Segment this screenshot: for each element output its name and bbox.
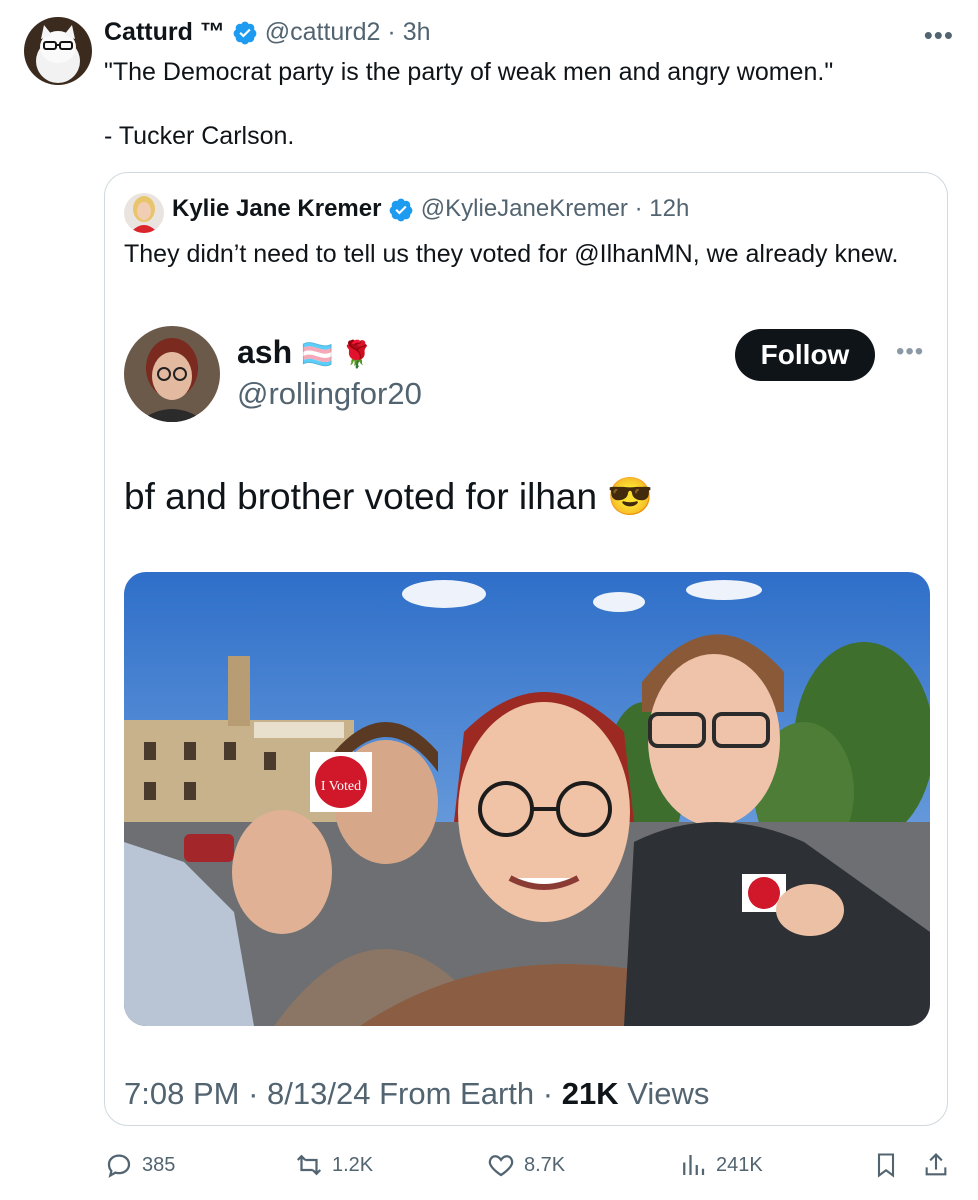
views-button[interactable]: 241K — [678, 1150, 763, 1180]
quote-time: 12h — [649, 195, 690, 222]
embedded-author-handle: @rollingfor20 — [237, 376, 422, 411]
more-options-icon[interactable]: ••• — [924, 20, 954, 51]
share-icon — [925, 1153, 947, 1176]
embedded-photo: I Voted — [124, 572, 930, 1026]
reply-icon — [107, 1154, 131, 1178]
quote-header: Kylie Jane Kremer @KylieJaneKremer · 12h — [124, 195, 689, 223]
post-time: 7:08 PM — [124, 1076, 240, 1111]
follow-button[interactable]: Follow — [735, 329, 875, 381]
tweet-time[interactable]: 3h — [403, 18, 431, 46]
quote-author-handle: @KylieJaneKremer — [420, 195, 628, 222]
tweet-header: Catturd ™ @catturd2 · 3h — [104, 18, 431, 47]
separator-dot: · — [248, 1076, 259, 1111]
heart-icon — [488, 1155, 514, 1177]
quote-text: They didn’t need to tell us they voted f… — [124, 240, 899, 268]
embedded-author-name: ash — [237, 334, 293, 370]
embedded-post-text-row: bf and brother voted for ilhan 😎 — [124, 476, 653, 519]
views-label: Views — [627, 1076, 710, 1111]
sunglasses-emoji: 😎 — [607, 476, 654, 517]
reply-count: 385 — [142, 1153, 176, 1176]
views-total: 241K — [716, 1153, 763, 1176]
quote-author-name: Kylie Jane Kremer — [172, 195, 382, 222]
bookmark-button[interactable] — [872, 1150, 900, 1180]
svg-text:I Voted: I Voted — [321, 779, 361, 794]
repost-count: 1.2K — [332, 1153, 374, 1176]
embedded-post-text: bf and brother voted for ilhan — [124, 476, 598, 517]
reply-button[interactable]: 385 — [104, 1150, 175, 1180]
bookmark-icon — [877, 1153, 895, 1178]
like-count: 8.7K — [524, 1153, 566, 1176]
share-button[interactable] — [922, 1150, 950, 1180]
verified-badge-icon — [389, 198, 413, 222]
views-count: 21K — [561, 1076, 619, 1111]
post-source: From Earth — [379, 1076, 535, 1111]
post-date: 8/13/24 — [267, 1076, 371, 1111]
embedded-post-meta: 7:08 PM · 8/13/24 From Earth · 21K Views — [124, 1076, 709, 1112]
separator-dot: · — [387, 18, 396, 46]
author-avatar[interactable] — [24, 17, 92, 85]
repost-icon — [296, 1154, 322, 1176]
repost-button[interactable]: 1.2K — [294, 1150, 373, 1180]
author-handle[interactable]: @catturd2 — [265, 18, 381, 46]
like-button[interactable]: 8.7K — [486, 1150, 565, 1180]
separator-dot: · — [634, 195, 643, 222]
author-name[interactable]: Catturd ™ — [104, 18, 225, 46]
name-emoji: 🏳️‍⚧️ 🌹 — [301, 339, 374, 369]
embedded-author-avatar — [124, 326, 220, 422]
more-options-icon: ••• — [896, 338, 925, 365]
verified-badge-icon — [233, 22, 257, 45]
tweet-text: "The Democrat party is the party of weak… — [104, 58, 834, 150]
embedded-author-name-row: ash 🏳️‍⚧️ 🌹 — [237, 334, 373, 371]
separator-dot: · — [542, 1076, 554, 1111]
analytics-icon — [683, 1155, 705, 1175]
